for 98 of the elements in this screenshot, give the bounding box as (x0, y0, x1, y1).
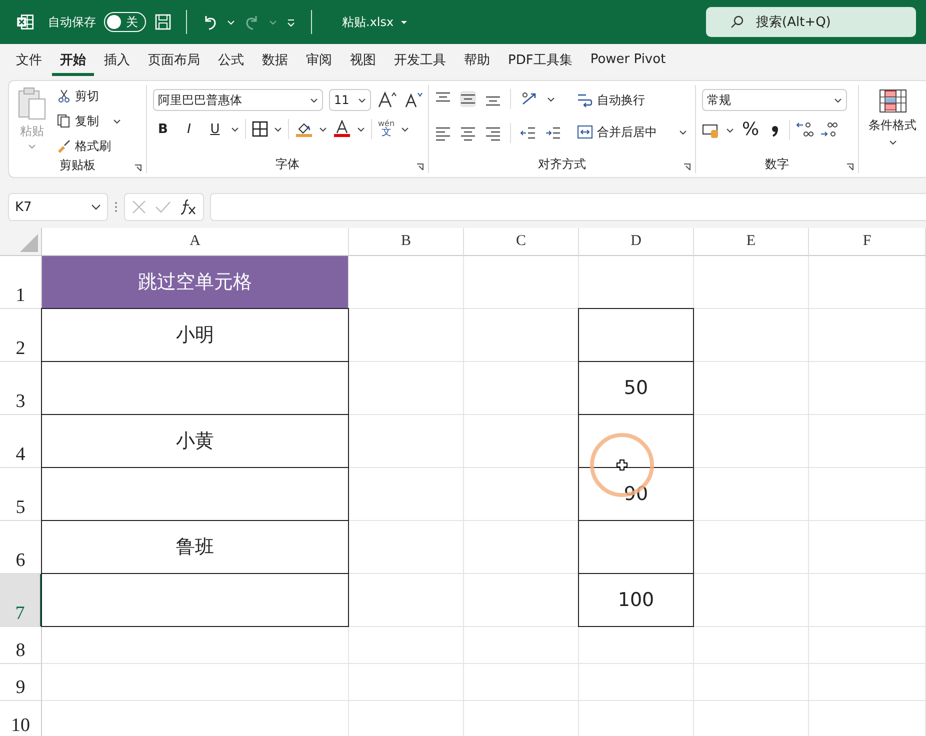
table-cell: 100 (578, 573, 694, 627)
bold-button[interactable]: B (153, 122, 173, 136)
column-header[interactable]: F (809, 228, 926, 256)
ribbon-tab[interactable]: 帮助 (456, 46, 498, 76)
caret-icon[interactable] (726, 126, 734, 134)
align-right-icon[interactable] (485, 125, 501, 141)
caret-icon (113, 117, 121, 125)
ribbon-tab[interactable]: 公式 (210, 46, 252, 76)
borders-icon[interactable] (252, 121, 268, 137)
wrap-text-button[interactable]: 自动换行 (575, 89, 689, 111)
column-header[interactable]: C (464, 228, 579, 256)
column-header[interactable]: D (579, 228, 694, 256)
align-middle-icon[interactable] (460, 91, 476, 107)
caret-icon[interactable] (319, 125, 327, 133)
caret-icon (679, 128, 687, 136)
caret-icon (888, 138, 896, 146)
merge-center-button[interactable]: 合并后居中 (575, 121, 689, 143)
caret-icon (834, 96, 842, 104)
filename-dropdown[interactable]: 粘贴.xlsx (336, 12, 414, 32)
excel-logo-icon[interactable] (16, 13, 34, 31)
conditional-formatting-icon (878, 89, 906, 113)
ribbon-tab[interactable]: 审阅 (298, 46, 340, 76)
more-options-icon[interactable] (114, 200, 118, 214)
font-size-dropdown[interactable]: 11 (329, 89, 371, 111)
row-header[interactable]: 9 (0, 664, 42, 701)
table-cell: 50 (578, 361, 694, 415)
dialog-launcher-icon[interactable] (416, 163, 424, 171)
conditional-formatting-button[interactable]: 条件格式 (859, 85, 926, 150)
column-header[interactable]: B (349, 228, 464, 256)
dialog-launcher-icon[interactable] (134, 164, 142, 172)
caret-icon (28, 142, 36, 150)
format-painter-button[interactable]: 格式刷 (55, 135, 123, 157)
underline-button[interactable]: U (205, 122, 225, 136)
autosave-label: 自动保存 (48, 14, 96, 30)
increase-indent-icon[interactable] (545, 125, 561, 141)
align-center-icon[interactable] (460, 125, 476, 141)
align-left-icon[interactable] (435, 125, 451, 141)
font-name-dropdown[interactable]: 阿里巴巴普惠体 (153, 89, 323, 111)
ribbon-tab[interactable]: 视图 (342, 46, 384, 76)
caret-icon[interactable] (274, 125, 282, 133)
italic-button[interactable]: I (179, 122, 199, 136)
column-header[interactable]: A (42, 228, 349, 256)
table-cell: 小黄 (41, 414, 349, 468)
increase-decimal-icon[interactable] (796, 120, 814, 138)
ribbon-tab[interactable]: 数据 (254, 46, 296, 76)
caret-icon (91, 202, 101, 212)
ribbon-tab[interactable]: PDF工具集 (500, 46, 580, 76)
search-field[interactable]: 搜索(Alt+Q) (706, 7, 916, 37)
save-icon[interactable] (154, 13, 172, 31)
group-title: 数字 (765, 156, 789, 172)
font-color-icon[interactable] (333, 120, 351, 138)
caret-icon (400, 18, 408, 26)
dialog-launcher-icon[interactable] (683, 163, 691, 171)
decrease-decimal-icon[interactable] (820, 120, 838, 138)
copy-icon (57, 114, 71, 128)
group-title: 对齐方式 (538, 156, 586, 172)
search-icon (730, 15, 744, 29)
group-title: 剪贴板 (60, 157, 96, 174)
row-header[interactable]: 8 (0, 627, 42, 664)
group-title: 字体 (276, 156, 300, 172)
scissors-icon (57, 89, 71, 103)
increase-font-size-icon[interactable] (377, 90, 397, 110)
ribbon-tab[interactable]: 开发工具 (386, 46, 454, 76)
caret-icon (358, 96, 366, 104)
merge-cells-icon (577, 124, 593, 140)
clipboard-icon (17, 87, 47, 121)
row-header[interactable]: 7 (0, 574, 42, 627)
ribbon-tab[interactable]: 页面布局 (140, 46, 208, 76)
column-header[interactable]: E (694, 228, 809, 256)
row-header[interactable]: 1 (0, 256, 42, 309)
percent-style-button[interactable]: % (740, 119, 762, 140)
autosave-toggle[interactable]: 关 (104, 12, 146, 32)
dialog-launcher-icon[interactable] (846, 163, 854, 171)
insert-function-icon[interactable] (179, 198, 197, 216)
table-cell: 小明 (41, 308, 349, 362)
caret-icon (310, 96, 318, 104)
decrease-indent-icon[interactable] (520, 125, 536, 141)
name-box[interactable]: K7 (8, 193, 108, 221)
caret-icon[interactable] (547, 95, 555, 103)
caret-icon[interactable] (400, 125, 409, 133)
copy-button[interactable]: 复制 (55, 110, 123, 132)
number-format-dropdown[interactable]: 常规 (702, 89, 847, 111)
phonetic-guide-button[interactable]: wén 文 (378, 120, 395, 138)
title-cell: 跳过空单元格 (42, 256, 349, 309)
formula-input[interactable] (210, 193, 926, 221)
caret-icon[interactable] (227, 18, 235, 26)
decrease-font-size-icon[interactable] (403, 90, 423, 110)
ribbon-tab[interactable]: 文件 (8, 46, 50, 76)
cut-button[interactable]: 剪切 (55, 85, 123, 107)
table-cell: 鲁班 (41, 520, 349, 574)
caret-icon[interactable] (231, 125, 239, 133)
caret-icon[interactable] (357, 125, 365, 133)
ribbon-tab[interactable]: 插入 (96, 46, 138, 76)
ribbon-tab[interactable]: Power Pivot (582, 48, 674, 74)
corner-triangle-icon (20, 234, 38, 252)
wrap-text-icon (577, 92, 593, 108)
enter-check-icon[interactable] (155, 199, 171, 215)
brush-icon (57, 139, 71, 153)
